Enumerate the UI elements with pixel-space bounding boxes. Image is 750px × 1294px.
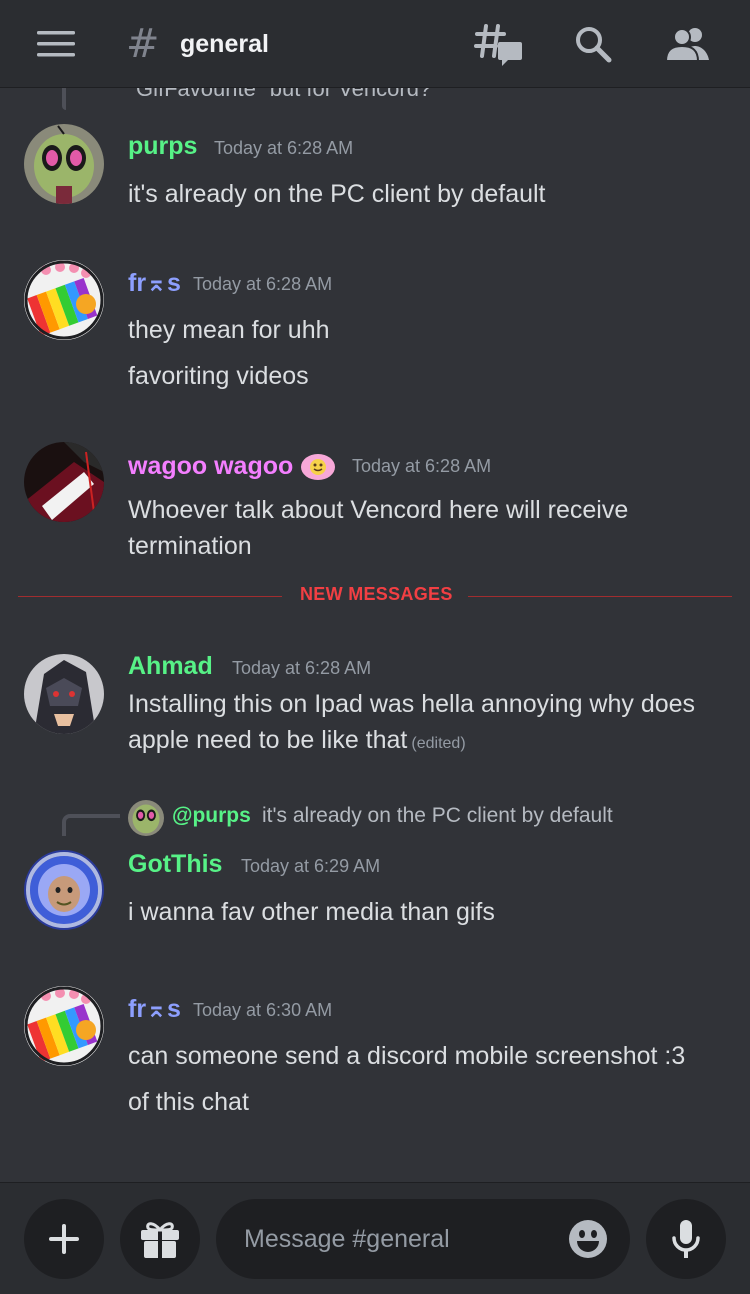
username[interactable]: wagoo wagoo [128, 452, 293, 481]
reply-avatar[interactable] [128, 800, 164, 836]
hamburger-icon[interactable] [32, 20, 80, 68]
new-messages-divider: NEW MESSAGES [18, 584, 732, 604]
divider-line [18, 596, 282, 597]
search-icon[interactable] [569, 20, 617, 68]
channel-title[interactable]: general [180, 30, 269, 59]
threads-icon[interactable] [474, 20, 522, 68]
username[interactable]: GotThis [128, 850, 222, 879]
username[interactable]: fr⌅s [128, 994, 181, 1024]
avatar[interactable] [24, 986, 104, 1066]
reply-connector [62, 88, 66, 110]
message-text-line: apple need to be like that [128, 726, 408, 754]
message-text: Whoever talk about Vencord here will rec… [128, 496, 629, 524]
reply-preview-text[interactable]: it's already on the PC client by default [262, 804, 613, 828]
reply-connector [62, 814, 120, 836]
microphone-icon[interactable] [646, 1199, 726, 1279]
members-icon[interactable] [664, 20, 712, 68]
composer-bar [0, 1182, 750, 1294]
message-text: i wanna fav other media than gifs [128, 898, 495, 926]
channel-hash-icon: # [126, 21, 160, 67]
message-text: favoriting videos [128, 362, 309, 390]
gift-icon[interactable] [120, 1199, 200, 1279]
role-icon [300, 452, 336, 482]
message-text: of this chat [128, 1088, 249, 1116]
message-text: termination [128, 532, 252, 560]
message-text: apple need to be like that (edited) [128, 722, 466, 762]
discord-app: # general GifFavourite" but for Vencord?… [0, 0, 750, 1294]
message-input[interactable] [244, 1199, 564, 1279]
emoji-icon[interactable] [568, 1219, 608, 1259]
avatar[interactable] [24, 124, 104, 204]
timestamp: Today at 6:28 AM [193, 274, 333, 294]
cut-off-message: GifFavourite" but for Vencord? [136, 88, 432, 101]
divider-line [468, 596, 732, 597]
avatar[interactable] [24, 850, 104, 930]
avatar[interactable] [24, 442, 104, 522]
username[interactable]: purps [128, 132, 197, 161]
timestamp: Today at 6:28 AM [214, 138, 354, 158]
timestamp: Today at 6:29 AM [241, 856, 381, 876]
username[interactable]: fr⌅s [128, 268, 181, 298]
message-text: Installing this on Ipad was hella annoyi… [128, 690, 696, 718]
channel-header: # general [0, 0, 750, 88]
message-text: it's already on the PC client by default [128, 180, 546, 208]
timestamp: Today at 6:28 AM [352, 456, 492, 476]
message-input-container[interactable] [216, 1199, 630, 1279]
new-messages-label: NEW MESSAGES [300, 584, 453, 604]
avatar[interactable] [24, 654, 104, 734]
edited-label: (edited) [411, 735, 466, 752]
message-list[interactable]: GifFavourite" but for Vencord? purps Tod… [0, 88, 750, 1182]
message-text: can someone send a discord mobile screen… [128, 1042, 686, 1070]
message-text: they mean for uhh [128, 316, 330, 344]
avatar[interactable] [24, 260, 104, 340]
reply-mention[interactable]: @purps [172, 804, 251, 828]
plus-icon[interactable] [24, 1199, 104, 1279]
username[interactable]: Ahmad [128, 652, 213, 681]
timestamp: Today at 6:28 AM [232, 658, 372, 678]
timestamp: Today at 6:30 AM [193, 1000, 333, 1020]
